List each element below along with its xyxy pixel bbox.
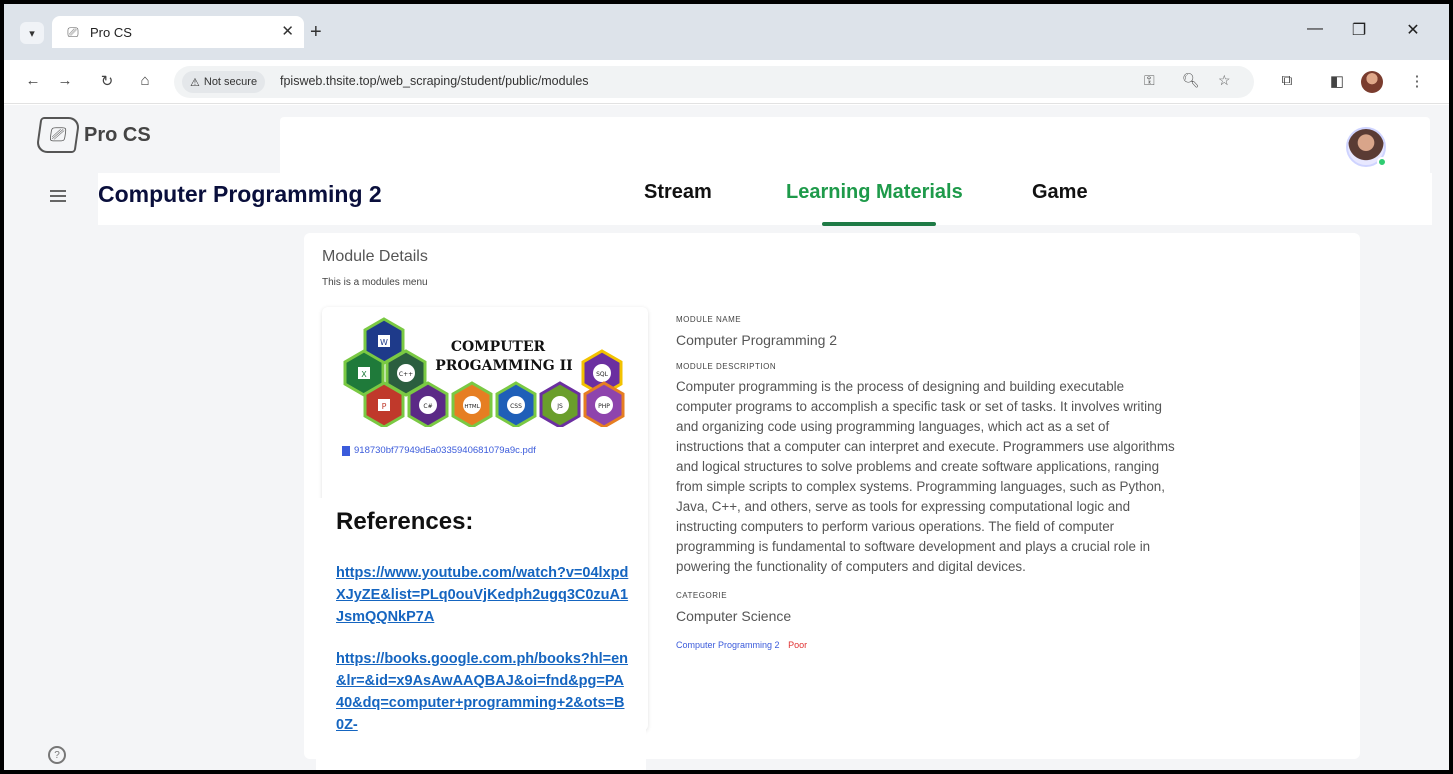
css-tag: CSS [510,403,522,410]
browser-window: ▾ ⎚ Pro CS ✕ + — ❐ ✕ ← → ↻ ⌂ ⚠ Not secur… [4,4,1449,770]
references-heading: References: [336,508,474,535]
extensions-icon[interactable]: ⧉ [1276,72,1298,89]
password-key-icon[interactable]: ⚿ [1144,72,1155,89]
excel-tag: X [361,370,367,379]
restore-button[interactable]: ❐ [1344,20,1374,40]
security-label: Not secure [203,76,258,88]
category-value: Computer Science [676,608,792,624]
zoom-icon[interactable]: 🔍︎ [1182,72,1200,89]
close-window-button[interactable]: ✕ [1398,20,1428,40]
warning-icon: ⚠ [190,76,200,89]
course-header: Computer Programming 2 Stream Learning M… [98,173,1432,226]
address-bar[interactable]: ⚠ Not secure fpisweb.thsite.top/web_scra… [174,66,1254,98]
online-status-dot [1377,157,1387,167]
cpp-tag: C++ [399,371,413,378]
references-box: References: https://www.youtube.com/watc… [316,498,646,770]
url-text[interactable]: fpisweb.thsite.top/web_scraping/student/… [280,74,589,88]
module-name-label: MODULE NAME [676,315,742,324]
module-cover-image: W X C++ SQL P C# HTML CSS JS PHP COMPUTE… [343,317,625,427]
status-tag: Poor [788,640,808,650]
tab-game[interactable]: Game [1032,181,1088,204]
module-name-value: Computer Programming 2 [676,332,838,348]
module-description: Computer programming is the process of d… [676,379,1175,574]
word-tag: W [380,338,388,347]
help-icon[interactable]: ? [48,746,66,764]
image-title-line1: COMPUTER [451,339,546,355]
brand[interactable]: ⎚ Pro CS [35,117,151,153]
tab-strip: ▾ ⎚ Pro CS ✕ + — ❐ ✕ [4,4,1449,60]
module-details: MODULE NAME Computer Programming 2 MODUL… [676,315,1176,650]
home-icon[interactable]: ⌂ [134,72,156,89]
browser-tab[interactable]: ⎚ Pro CS ✕ [52,16,304,48]
browser-toolbar: ← → ↻ ⌂ ⚠ Not secure fpisweb.thsite.top/… [4,60,1449,104]
tab-stream[interactable]: Stream [644,181,712,204]
csharp-tag: C# [423,403,432,410]
page-content: ⎚ Pro CS ? Computer Programming 2 Stream… [4,105,1449,770]
card-subtitle: This is a modules menu [322,277,428,288]
reference-link-youtube[interactable]: https://www.youtube.com/watch?v=04lxpdXJ… [336,562,630,628]
reference-link-google-books[interactable]: https://books.google.com.ph/books?hl=en&… [336,648,630,736]
php-tag: PHP [598,403,610,410]
menu-kebab-icon[interactable]: ⋮ [1406,72,1428,90]
tab-learning-materials[interactable]: Learning Materials [786,181,963,204]
hamburger-menu-icon[interactable] [50,190,66,205]
new-tab-button[interactable]: + [310,22,322,42]
reload-icon[interactable]: ↻ [96,72,118,90]
card-title: Module Details [322,248,428,265]
security-chip[interactable]: ⚠ Not secure [182,71,266,93]
brand-logo-icon: ⎚ [35,117,81,153]
tab-search-button[interactable]: ▾ [20,22,44,44]
active-tab-indicator [822,222,936,226]
file-icon [342,445,350,456]
side-panel-icon[interactable]: ◧ [1326,72,1348,90]
tab-title: Pro CS [90,24,132,40]
procs-favicon-icon: ⎚ [67,23,79,40]
close-tab-icon[interactable]: ✕ [281,22,294,40]
image-title-line2: PROGAMMING II [435,358,572,374]
pdf-attachment-link[interactable]: 918730bf77949d5a0335940681079a9c.pdf [342,445,536,456]
pdf-filename: 918730bf77949d5a0335940681079a9c.pdf [354,445,536,456]
course-tag[interactable]: Computer Programming 2 [676,640,780,650]
html-tag: HTML [464,404,480,410]
module-description-label: MODULE DESCRIPTION [676,362,777,371]
forward-icon[interactable]: → [54,72,76,89]
module-tags: Computer Programming 2 Poor [676,640,1176,650]
back-icon[interactable]: ← [22,72,44,89]
brand-text: Pro CS [84,123,151,146]
course-title: Computer Programming 2 [98,181,382,207]
category-label: CATEGORIE [676,591,728,600]
minimize-button[interactable]: — [1300,20,1330,38]
profile-avatar[interactable] [1361,71,1383,93]
sql-tag: SQL [596,371,609,378]
bookmark-star-icon[interactable]: ☆ [1218,72,1231,89]
ppt-tag: P [382,402,387,411]
js-tag: JS [556,403,563,410]
